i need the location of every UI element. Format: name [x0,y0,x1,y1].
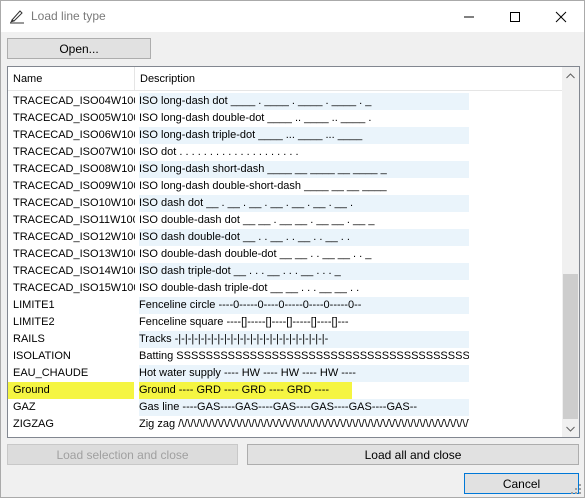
row-description: ISO dot . . . . . . . . . . . . . . . . … [139,146,299,158]
row-name: TRACECAD_ISO05W100 [13,112,135,124]
row-name: TRACECAD_ISO13W100 [13,248,135,260]
row-description: ISO long-dash double-dot ____ .. ____ ..… [139,112,372,124]
row-name: LIMITE1 [13,299,55,311]
row-name: LIMITE2 [13,316,55,328]
row-name: TRACECAD_ISO09W100 [13,180,135,192]
row-description: Hot water supply ---- HW ---- HW ---- HW… [139,365,469,382]
cancel-button[interactable]: Cancel [464,473,579,494]
list-row[interactable]: TRACECAD_ISO05W100 ISO long-dash double-d… [8,110,563,127]
row-description: Fenceline circle ----0-----0----0-----0-… [139,297,469,314]
list-header: Name Description [8,67,563,91]
pen-icon [10,10,24,24]
list-row[interactable]: EAU_CHAUDE Hot water supply ---- HW ---- … [8,365,563,382]
load-all-button[interactable]: Load all and close [247,444,579,465]
row-name: Ground [8,382,134,399]
row-description: Batting SSSSSSSSSSSSSSSSSSSSSSSSSSSSSSSS… [139,350,469,362]
row-name: GAZ [13,401,36,413]
list-row[interactable]: TRACECAD_ISO13W100 ISO double-dash double… [8,246,563,263]
maximize-button[interactable] [492,1,538,32]
row-description: Gas line ----GAS----GAS----GAS----GAS---… [139,399,469,416]
row-description: ISO long-dash double-short-dash ____ __ … [139,180,387,192]
minimize-button[interactable] [446,1,492,32]
scroll-thumb[interactable] [563,274,578,419]
row-description: Tracks -|-|-|-|-|-|-|-|-|-|-|-|-|-|-|-|-… [139,331,469,348]
row-name: TRACECAD_ISO14W100 [13,265,135,277]
row-description: ISO dash double-dot __ . . __ . . __ . .… [139,229,469,246]
load-selection-button[interactable]: Load selection and close [7,444,238,465]
list-row[interactable]: TRACECAD_ISO08W100 ISO long-dash short-da… [8,161,563,178]
row-description: ISO double-dash triple-dot __ __ . . . _… [139,282,360,294]
scroll-down-button[interactable] [562,420,579,437]
window-title: Load line type [31,9,106,23]
list-row[interactable]: TRACECAD_ISO04W100 ISO long-dash dot ____… [8,93,563,110]
close-icon [555,11,567,22]
column-header-name[interactable]: Name [8,67,134,91]
list-row[interactable]: TRACECAD_ISO09W100 ISO long-dash double-s… [8,178,563,195]
list-row[interactable]: TRACECAD_ISO07W100 ISO dot . . . . . . . … [8,144,563,161]
list-row[interactable]: TRACECAD_ISO15W100 ISO double-dash triple… [8,280,563,297]
list-row[interactable]: Ground Ground ---- GRD ---- GRD ---- GRD … [8,382,563,399]
row-name: ISOLATION [13,350,71,362]
list-row[interactable]: RAILS Tracks -|-|-|-|-|-|-|-|-|-|-|-|-|-|… [8,331,563,348]
list-row[interactable]: TRACECAD_ISO10W100 ISO dash dot __ . __ .… [8,195,563,212]
row-name: TRACECAD_ISO11W100 [13,214,135,226]
row-description: Fenceline square ----[]-----[]----[]----… [139,316,349,328]
row-description: ISO dash dot __ . __ . __ . __ . __ . __… [139,195,469,212]
row-description: ISO long-dash triple-dot ____ ... ____ .… [139,127,469,144]
list-row[interactable]: TRACECAD_ISO14W100 ISO dash triple-dot __… [8,263,563,280]
list-row[interactable]: TRACECAD_ISO12W100 ISO dash double-dot __… [8,229,563,246]
list-row[interactable]: GAZ Gas line ----GAS----GAS----GAS----GAS… [8,399,563,416]
load-line-type-dialog: Load line type Open... Name Description … [0,0,585,498]
row-description: ISO long-dash short-dash ____ __ ____ __… [139,161,469,178]
row-name: TRACECAD_ISO08W100 [13,163,135,175]
vertical-scrollbar[interactable] [562,67,579,437]
list-row[interactable]: ZIGZAG Zig zag /\/\/\/\/\/\/\/\/\/\/\/\/\… [8,416,563,433]
row-name: ZIGZAG [13,418,54,430]
row-description: ISO long-dash dot ____ . ____ . ____ . _… [139,93,469,110]
title-bar: Load line type [1,1,584,32]
row-description: ISO dash triple-dot __ . . . __ . . . __… [139,263,469,280]
row-name: TRACECAD_ISO15W100 [13,282,135,294]
open-button[interactable]: Open... [7,38,151,59]
list-row[interactable]: ISOLATION Batting SSSSSSSSSSSSSSSSSSSSSSS… [8,348,563,365]
row-name: TRACECAD_ISO10W100 [13,197,135,209]
chevron-up-icon [566,72,575,78]
row-name: EAU_CHAUDE [13,367,89,379]
row-name: RAILS [13,333,45,345]
row-description: Zig zag /\/\/\/\/\/\/\/\/\/\/\/\/\/\/\/\… [139,418,469,430]
minimize-icon [464,16,474,17]
list-row[interactable]: LIMITE2 Fenceline square ----[]-----[]---… [8,314,563,331]
close-button[interactable] [538,1,584,32]
row-name: TRACECAD_ISO06W100 [13,129,135,141]
row-name: TRACECAD_ISO12W100 [13,231,135,243]
list-row[interactable]: TRACECAD_ISO11W100 ISO double-dash dot __… [8,212,563,229]
maximize-icon [510,11,520,22]
row-name: TRACECAD_ISO07W100 [13,146,135,158]
resize-grip-icon[interactable] [570,483,582,495]
scroll-up-button[interactable] [562,67,579,84]
list-row[interactable]: LIMITE1 Fenceline circle ----0-----0----0… [8,297,563,314]
line-type-list[interactable]: Name Description TRACECAD_ISO04W100 ISO l… [7,66,580,438]
row-description: ISO double-dash double-dot __ __ . . __ … [139,248,372,260]
column-header-description[interactable]: Description [135,67,563,91]
row-description: ISO double-dash dot __ __ . __ __ . __ _… [139,214,375,226]
list-row[interactable]: TRACECAD_ISO06W100 ISO long-dash triple-d… [8,127,563,144]
row-name: TRACECAD_ISO04W100 [13,95,135,107]
chevron-down-icon [566,426,575,432]
row-description: Ground ---- GRD ---- GRD ---- GRD ---- [139,382,352,399]
